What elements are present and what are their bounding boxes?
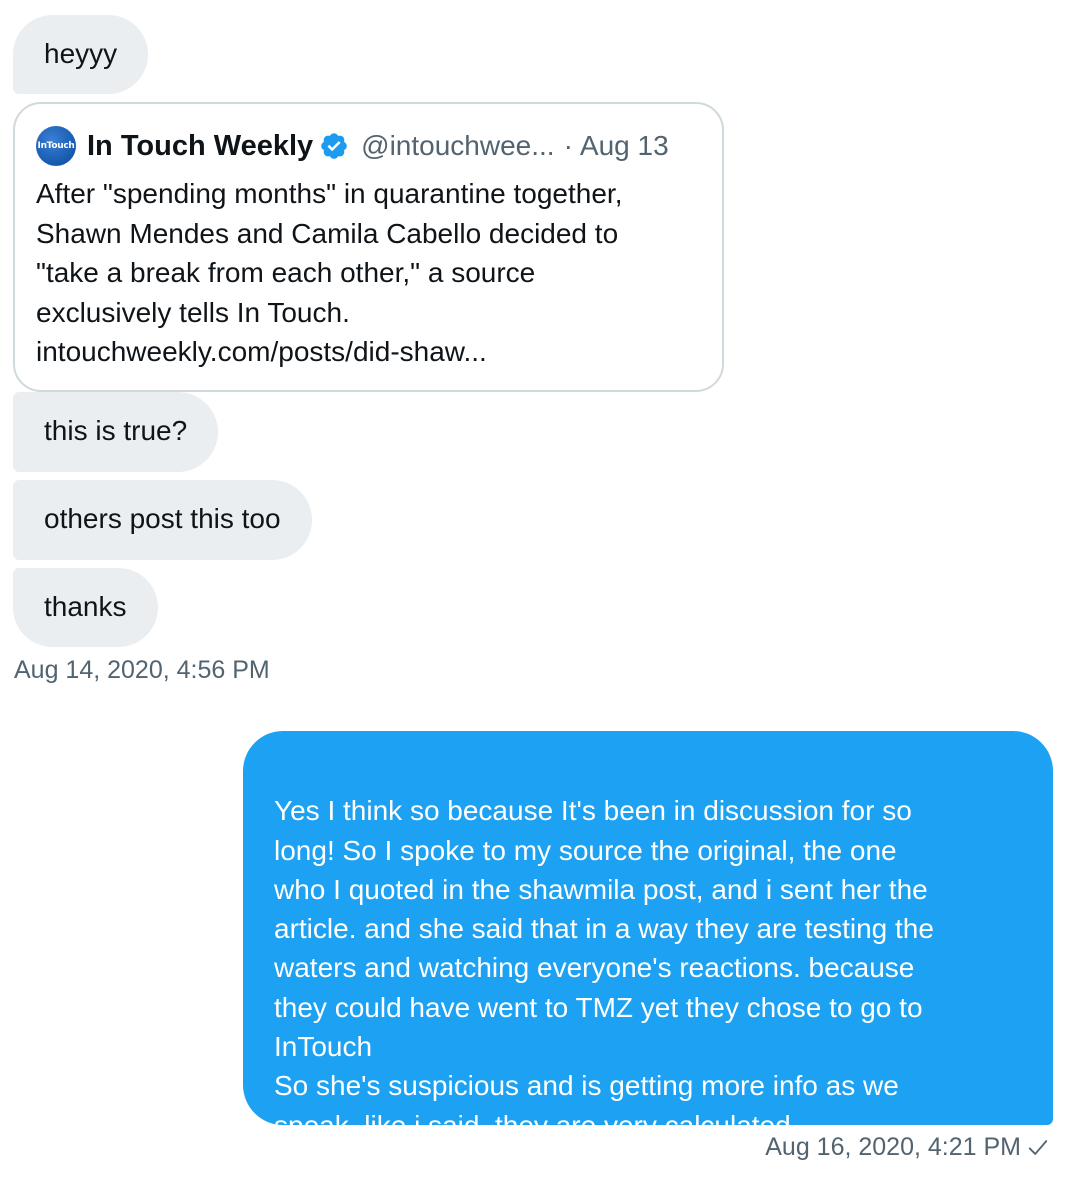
verified-badge-icon <box>321 133 347 159</box>
tweet-text: After "spending months" in quarantine to… <box>36 178 623 367</box>
tweet-date[interactable]: Aug 13 <box>580 130 669 162</box>
check-icon <box>1028 1139 1048 1155</box>
message-text: others post this too <box>44 503 281 534</box>
shared-tweet-card[interactable]: InTouch In Touch Weekly @intouchwee... ·… <box>13 102 724 392</box>
message-timestamp-outgoing: Aug 16, 2020, 4:21 PM <box>765 1133 1049 1162</box>
tweet-header: InTouch In Touch Weekly @intouchwee... ·… <box>36 126 700 166</box>
message-bubble-incoming[interactable]: others post this too <box>13 480 312 560</box>
header-separator: · <box>563 130 573 161</box>
timestamp-text: Aug 16, 2020, 4:21 PM <box>765 1133 1021 1161</box>
message-text: this is true? <box>44 415 188 446</box>
message-text: heyyy <box>44 38 118 69</box>
message-timestamp: Aug 14, 2020, 4:56 PM <box>14 656 270 684</box>
message-bubble-incoming[interactable]: thanks <box>13 568 158 647</box>
author-avatar[interactable]: InTouch <box>36 126 76 166</box>
message-bubble-outgoing[interactable]: Yes I think so because It's been in disc… <box>243 731 1053 1141</box>
avatar-logo-text: InTouch <box>37 141 75 151</box>
message-bubble-incoming[interactable]: heyyy <box>13 15 149 94</box>
message-text: Yes I think so because It's been in disc… <box>274 795 934 1141</box>
tweet-author-name[interactable]: In Touch Weekly <box>87 130 313 163</box>
tweet-author-handle[interactable]: @intouchwee... <box>361 130 554 162</box>
message-bubble-incoming[interactable]: this is true? <box>13 392 219 472</box>
message-text: thanks <box>44 591 127 622</box>
